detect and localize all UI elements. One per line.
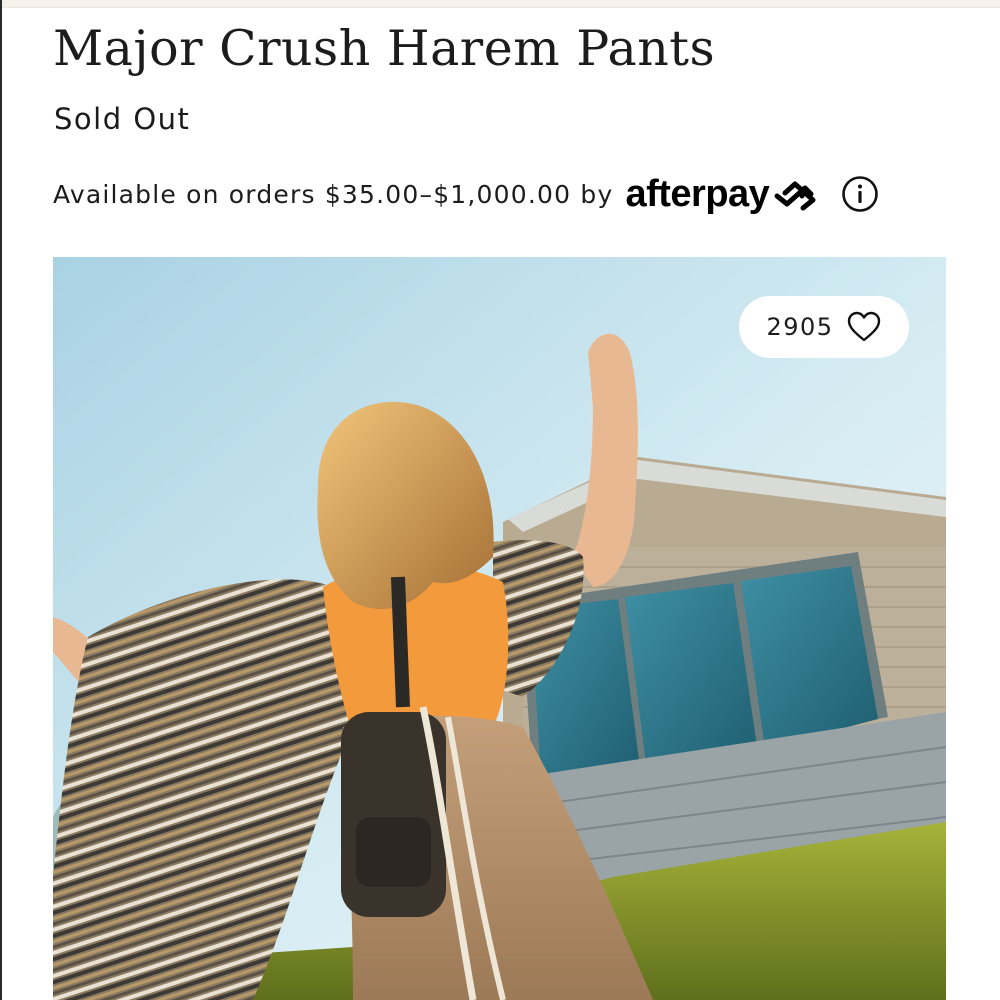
product-image[interactable] — [53, 257, 946, 1000]
likes-button[interactable]: 2905 — [739, 296, 909, 358]
afterpay-availability-text: Available on orders $35.00–$1,000.00 by — [53, 179, 614, 209]
stock-status: Sold Out — [54, 102, 191, 136]
product-title: Major Crush Harem Pants — [53, 20, 716, 77]
afterpay-message: Available on orders $35.00–$1,000.00 by … — [53, 172, 879, 216]
heart-outline-icon — [847, 311, 880, 342]
header-divider — [0, 0, 1000, 8]
left-edge-border — [0, 0, 2, 1000]
afterpay-arrows-icon — [774, 181, 816, 211]
info-circle-icon[interactable] — [841, 175, 879, 213]
afterpay-logo-text: afterpay — [625, 172, 770, 215]
afterpay-logo: afterpay — [625, 173, 819, 216]
product-photo — [53, 257, 946, 1000]
likes-count: 2905 — [766, 313, 834, 341]
